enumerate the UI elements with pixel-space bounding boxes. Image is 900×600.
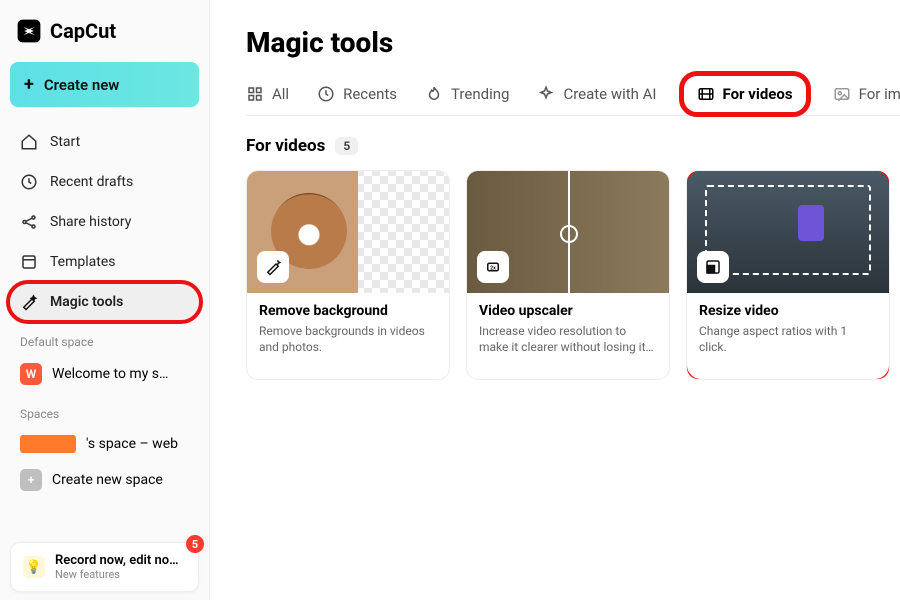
nav-label: Start	[50, 134, 80, 150]
card-title: Video upscaler	[479, 303, 657, 319]
flame-icon	[425, 85, 443, 103]
nav-label: Templates	[50, 254, 116, 270]
nav-label: Recent drafts	[50, 174, 133, 190]
clock-icon	[317, 85, 335, 103]
card-resize-video[interactable]: Resize video Change aspect ratios with 1…	[686, 170, 890, 380]
section-header: For videos 5	[246, 136, 900, 156]
tab-for-videos[interactable]: For videos	[685, 81, 805, 107]
card-thumbnail	[687, 171, 889, 293]
card-grid: Remove background Remove backgrounds in …	[246, 170, 900, 380]
plus-icon: +	[20, 469, 42, 491]
upscale-icon: 2x	[477, 251, 509, 283]
card-video-upscaler[interactable]: 2x Video upscaler Increase video resolut…	[466, 170, 670, 380]
card-thumbnail	[247, 171, 449, 293]
page-title: Magic tools	[246, 26, 900, 59]
tab-label: Trending	[451, 85, 509, 103]
space-name-suffix: 's space – web	[86, 436, 178, 452]
nav: Start Recent drafts Share history Templa…	[10, 123, 199, 321]
record-subtitle: New features	[55, 568, 179, 581]
tab-all[interactable]: All	[246, 81, 289, 107]
create-new-button[interactable]: + Create new	[10, 62, 199, 107]
nav-share-history[interactable]: Share history	[10, 203, 199, 241]
card-desc: Increase video resolution to make it cle…	[479, 323, 657, 355]
tab-label: For videos	[723, 85, 793, 103]
sparkle-icon	[537, 85, 555, 103]
notification-badge: 5	[186, 535, 204, 553]
logo-icon	[16, 18, 42, 44]
wand-icon	[257, 251, 289, 283]
card-thumbnail: 2x	[467, 171, 669, 293]
tab-label: All	[272, 85, 289, 103]
space-name: Welcome to my s…	[52, 366, 168, 382]
bulb-icon: 💡	[23, 556, 45, 578]
clock-icon	[20, 173, 38, 191]
nav-recent-drafts[interactable]: Recent drafts	[10, 163, 199, 201]
tabs: All Recents Trending Create with AI For …	[246, 81, 900, 116]
svg-text:2x: 2x	[490, 265, 496, 271]
grid-icon	[246, 85, 264, 103]
tab-recents[interactable]: Recents	[317, 81, 397, 107]
home-icon	[20, 133, 38, 151]
templates-icon	[20, 253, 38, 271]
logo[interactable]: CapCut	[10, 18, 199, 62]
film-icon	[697, 85, 715, 103]
resize-icon	[697, 251, 729, 283]
space-avatar-redacted	[20, 435, 76, 453]
section-count: 5	[335, 137, 358, 155]
nav-magic-tools[interactable]: Magic tools	[10, 283, 199, 321]
main: Magic tools All Recents Trending Create …	[210, 0, 900, 600]
brand-name: CapCut	[50, 19, 116, 43]
create-new-label: Create new	[44, 76, 120, 94]
plus-icon: +	[24, 74, 34, 95]
record-title: Record now, edit no…	[55, 553, 179, 568]
nav-start[interactable]: Start	[10, 123, 199, 161]
tab-label: For images	[859, 85, 900, 103]
tab-label: Recents	[343, 85, 397, 103]
card-desc: Change aspect ratios with 1 click.	[699, 323, 877, 355]
record-now-card[interactable]: 💡 Record now, edit no… New features 5	[10, 542, 199, 592]
card-desc: Remove backgrounds in videos and photos.	[259, 323, 437, 355]
nav-label: Magic tools	[50, 294, 123, 310]
spaces-label: Spaces	[10, 393, 199, 427]
create-space-label: Create new space	[52, 472, 163, 488]
tab-for-images[interactable]: For images	[833, 81, 900, 107]
space-item[interactable]: 's space – web	[10, 427, 199, 461]
tab-create-ai[interactable]: Create with AI	[537, 81, 656, 107]
card-remove-background[interactable]: Remove background Remove backgrounds in …	[246, 170, 450, 380]
default-space-label: Default space	[10, 321, 199, 355]
card-title: Remove background	[259, 303, 437, 319]
sidebar: CapCut + Create new Start Recent drafts …	[0, 0, 210, 600]
space-avatar: W	[20, 363, 42, 385]
tab-trending[interactable]: Trending	[425, 81, 509, 107]
nav-label: Share history	[50, 214, 131, 230]
default-space-item[interactable]: W Welcome to my s…	[10, 355, 199, 393]
wand-icon	[20, 293, 38, 311]
nav-templates[interactable]: Templates	[10, 243, 199, 281]
share-icon	[20, 213, 38, 231]
tab-label: Create with AI	[563, 85, 656, 103]
card-title: Resize video	[699, 303, 877, 319]
create-space-button[interactable]: + Create new space	[10, 461, 199, 499]
image-icon	[833, 85, 851, 103]
section-title: For videos	[246, 136, 325, 156]
